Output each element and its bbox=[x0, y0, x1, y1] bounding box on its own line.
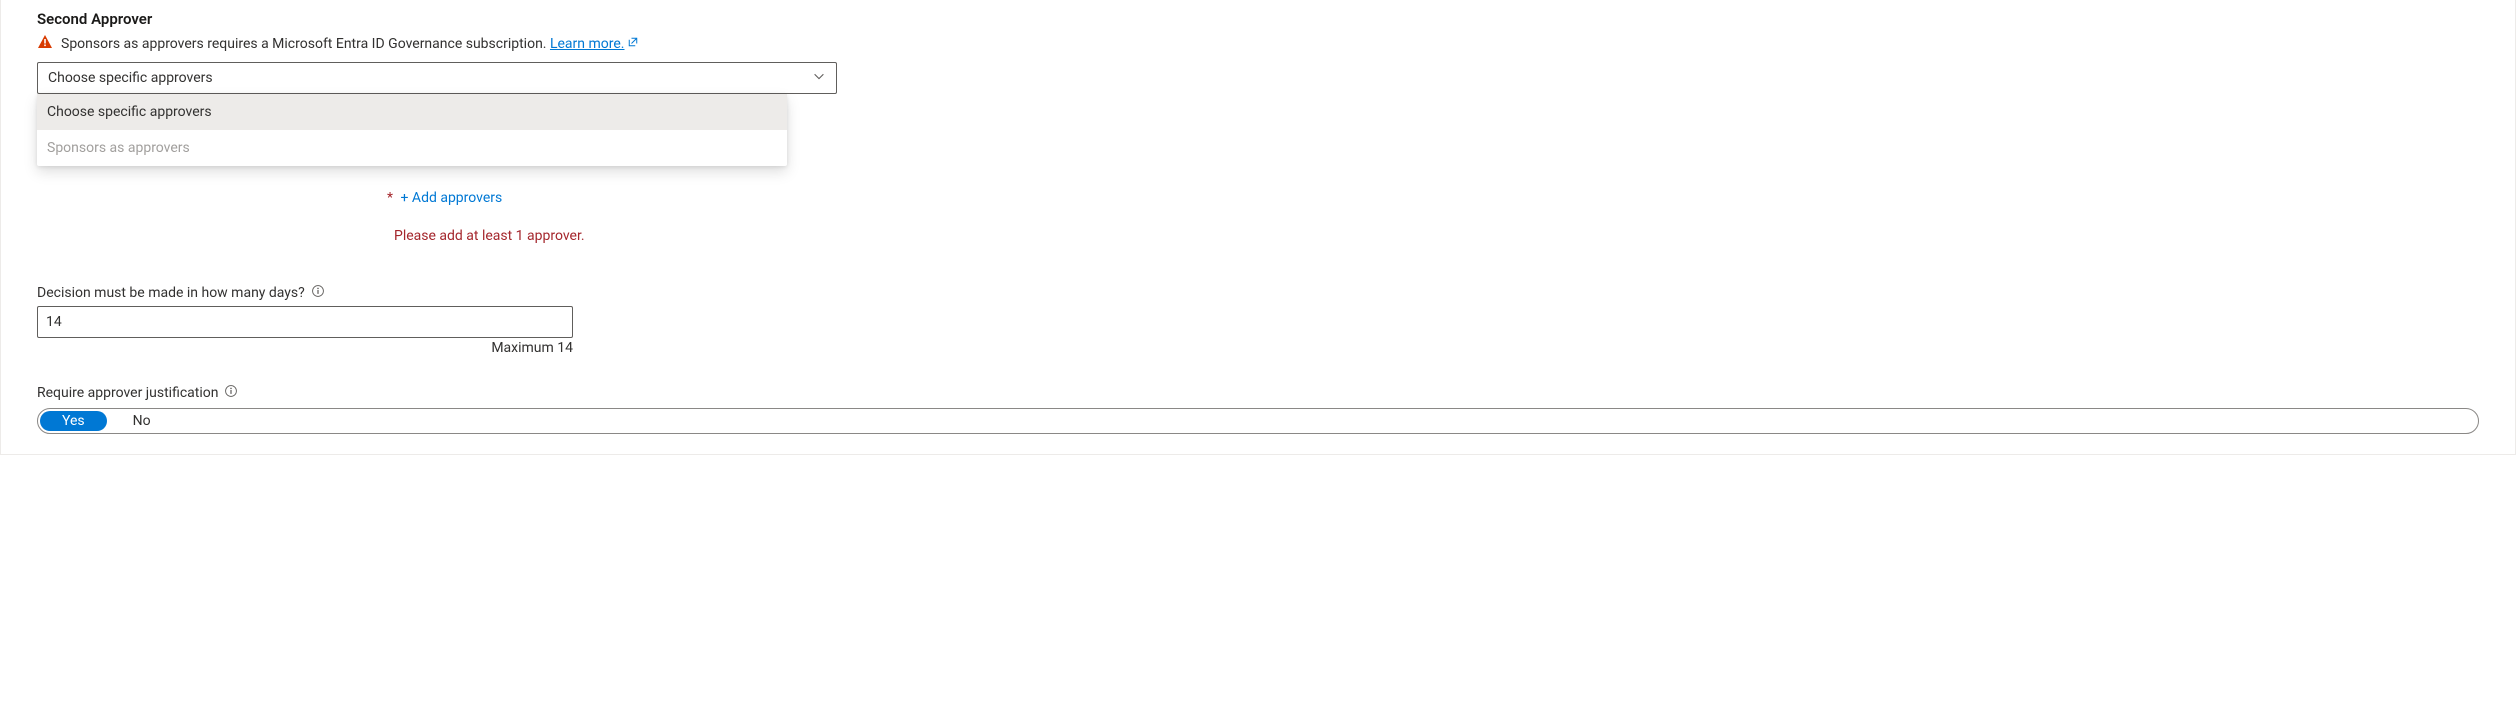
decision-days-label-row: Decision must be made in how many days? bbox=[37, 284, 2479, 302]
second-approver-section: Second Approver Sponsors as approvers re… bbox=[0, 0, 2516, 455]
approver-type-dropdown[interactable]: Choose specific approvers bbox=[37, 62, 837, 94]
approver-error-message: Please add at least 1 approver. bbox=[37, 228, 2479, 244]
dropdown-option-choose-specific[interactable]: Choose specific approvers bbox=[37, 94, 787, 130]
section-heading: Second Approver bbox=[37, 10, 2479, 28]
info-icon[interactable] bbox=[224, 384, 238, 402]
justification-toggle-no[interactable]: No bbox=[107, 413, 177, 429]
justification-toggle[interactable]: Yes No bbox=[37, 408, 2479, 434]
learn-more-link[interactable]: Learn more. bbox=[550, 36, 639, 52]
approver-type-dropdown-wrapper: Choose specific approvers Choose specifi… bbox=[37, 62, 837, 94]
justification-label: Require approver justification bbox=[37, 385, 218, 401]
decision-days-input[interactable] bbox=[37, 306, 573, 338]
justification-field: Require approver justification Yes No bbox=[37, 384, 2479, 434]
external-link-icon bbox=[627, 36, 639, 52]
warning-text: Sponsors as approvers requires a Microso… bbox=[61, 36, 639, 52]
dropdown-option-sponsors[interactable]: Sponsors as approvers bbox=[37, 130, 787, 166]
decision-days-field: Decision must be made in how many days? … bbox=[37, 284, 2479, 356]
justification-toggle-yes[interactable]: Yes bbox=[40, 411, 107, 431]
decision-days-helper: Maximum 14 bbox=[37, 340, 573, 356]
info-icon[interactable] bbox=[311, 284, 325, 302]
below-dropdown-area: * + Add approvers Please add at least 1 … bbox=[37, 190, 2479, 244]
required-indicator: * bbox=[387, 190, 393, 206]
approver-type-dropdown-list: Choose specific approvers Sponsors as ap… bbox=[37, 94, 787, 166]
subscription-warning-row: Sponsors as approvers requires a Microso… bbox=[37, 34, 2479, 54]
learn-more-label: Learn more. bbox=[550, 36, 625, 52]
chevron-down-icon bbox=[812, 69, 826, 87]
add-approvers-link[interactable]: + Add approvers bbox=[401, 190, 503, 206]
dropdown-selected-value: Choose specific approvers bbox=[48, 70, 213, 86]
warning-message: Sponsors as approvers requires a Microso… bbox=[61, 36, 550, 52]
warning-icon bbox=[37, 34, 53, 54]
add-approvers-row: * + Add approvers bbox=[37, 190, 2479, 206]
decision-days-label: Decision must be made in how many days? bbox=[37, 285, 305, 301]
justification-label-row: Require approver justification bbox=[37, 384, 2479, 402]
